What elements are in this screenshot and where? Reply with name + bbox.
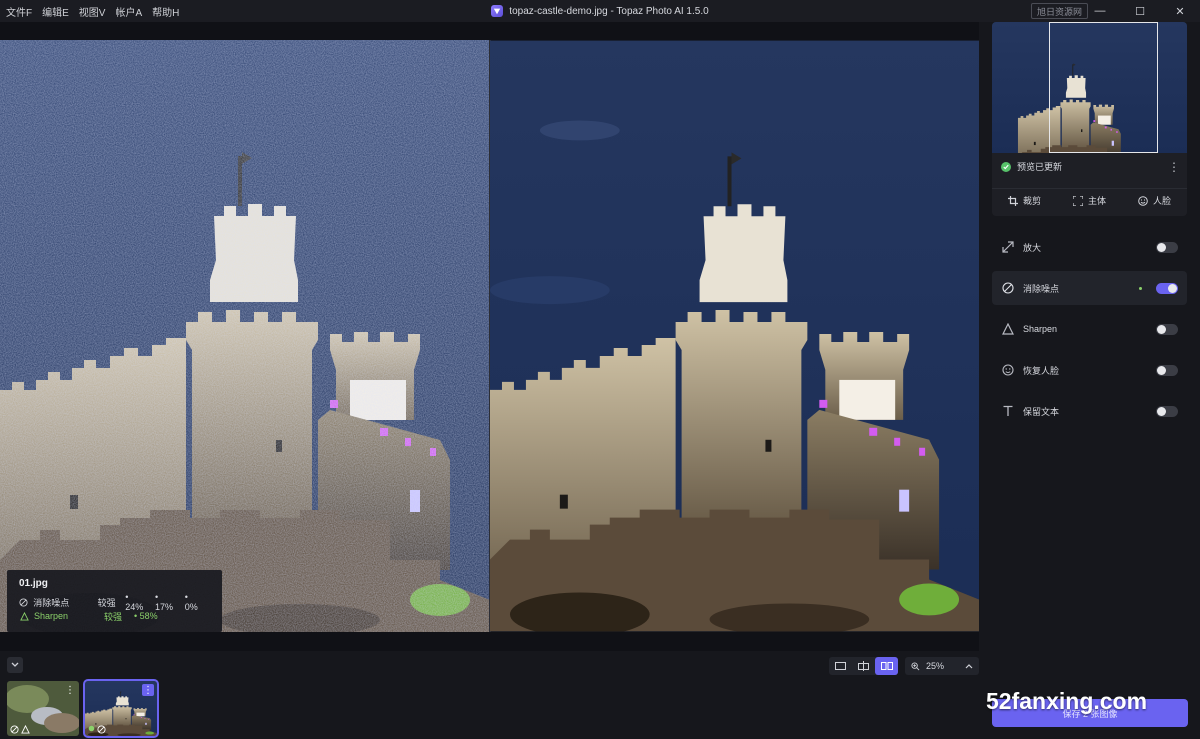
crop-label: 裁剪	[1022, 196, 1041, 206]
info-row-sharpen: Sharpen 较强 • 58%	[19, 609, 210, 623]
face-icon	[1001, 363, 1015, 377]
filmstrip: ⋮ ⋮	[0, 679, 979, 739]
subject-button[interactable]: 主体	[1072, 194, 1106, 207]
single-view-button[interactable]	[829, 657, 852, 675]
minimize-button[interactable]: —	[1080, 0, 1120, 22]
info-sharpen-strength: 较强	[104, 611, 123, 622]
info-sharpen-value: • 58%	[134, 611, 158, 621]
menu-view[interactable]: 视图V	[79, 4, 106, 19]
window-title: topaz-castle-demo.jpg - Topaz Photo AI 1…	[0, 0, 1200, 22]
subject-icon	[1072, 195, 1083, 206]
denoise-icon	[1001, 281, 1015, 295]
subject-label: 主体	[1087, 196, 1106, 206]
preview-status: 预览已更新	[1001, 160, 1062, 173]
info-sharpen-label: Sharpen	[34, 611, 69, 621]
crop-button[interactable]: 裁剪	[1007, 194, 1041, 207]
chevron-down-icon	[11, 662, 19, 667]
maximize-button[interactable]: ☐	[1120, 0, 1160, 22]
site-watermark: 52fanxing.com	[986, 688, 1148, 714]
crop-icon	[1007, 195, 1018, 206]
right-panel: 预览已更新 ⋮ 裁剪 主体 人脸 放大 消除噪点 Sharpen 恢复人脸 保留…	[979, 22, 1200, 739]
denoise-toggle[interactable]	[1156, 282, 1178, 294]
collapse-filmstrip-button[interactable]	[7, 657, 23, 673]
info-denoise-label: 消除噪点	[33, 597, 70, 608]
menu-edit[interactable]: 编辑E	[42, 4, 69, 19]
feature-upscale[interactable]: 放大	[992, 230, 1187, 264]
sharpen-icon	[21, 725, 30, 734]
adjustments-info-box: 01.jpg 消除噪点 较强 • 24% • 17% • 0% Sharpen …	[7, 570, 222, 632]
status-dot-icon	[88, 725, 95, 732]
info-filename: 01.jpg	[19, 578, 48, 589]
check-icon	[1001, 161, 1011, 172]
info-denoise-value: • 0%	[184, 592, 198, 612]
split-view-button[interactable]	[852, 657, 875, 675]
more-options-icon[interactable]: ⋮	[142, 684, 154, 696]
original-image[interactable]	[0, 40, 490, 632]
bottom-toolbar: 25%	[0, 651, 979, 679]
zoom-control[interactable]: 25%	[905, 657, 979, 675]
navigator-preview[interactable]	[992, 22, 1187, 153]
feature-sharpen-label: Sharpen	[1023, 324, 1058, 334]
feature-upscale-label: 放大	[1023, 242, 1042, 253]
menu-file[interactable]: 文件F	[6, 4, 32, 19]
preview-status-text: 预览已更新	[1017, 162, 1063, 172]
zoom-icon	[911, 661, 920, 670]
text-icon	[1001, 404, 1015, 418]
denoise-icon	[19, 597, 28, 607]
preserve-text-toggle[interactable]	[1156, 405, 1178, 417]
feature-preserve-text[interactable]: 保留文本	[992, 394, 1187, 428]
split-view-icon	[858, 661, 869, 671]
zoom-level: 25%	[926, 661, 945, 671]
processed-image[interactable]	[490, 40, 979, 632]
app-logo-icon	[491, 5, 504, 17]
feature-denoise[interactable]: 消除噪点	[992, 271, 1187, 305]
thumbnail-castle[interactable]: ⋮	[83, 679, 159, 738]
close-button[interactable]: ✕	[1160, 0, 1200, 22]
upscale-icon	[1001, 240, 1015, 254]
view-mode-switch	[829, 657, 898, 675]
navigator-card: 预览已更新 ⋮ 裁剪 主体 人脸	[992, 22, 1187, 216]
feature-denoise-label: 消除噪点	[1023, 283, 1060, 294]
face-button[interactable]: 人脸	[1138, 194, 1171, 207]
side-by-side-view-button[interactable]	[875, 657, 898, 675]
denoise-icon	[97, 725, 106, 734]
navigator-tools: 裁剪 主体 人脸	[992, 188, 1187, 212]
single-view-icon	[835, 662, 846, 670]
more-options-icon[interactable]: ⋮	[1168, 160, 1180, 174]
menu-help[interactable]: 帮助H	[152, 4, 179, 19]
face-label: 人脸	[1152, 196, 1171, 206]
side-by-side-view-icon	[880, 662, 893, 670]
feature-face-recovery-label: 恢复人脸	[1023, 365, 1060, 376]
menu-bar: 文件F 编辑E 视图V 帐户A 帮助H	[0, 4, 179, 19]
chevron-up-icon[interactable]	[965, 663, 973, 669]
info-denoise-value: • 17%	[155, 592, 174, 612]
more-options-icon[interactable]: ⋮	[64, 684, 76, 696]
image-viewer[interactable]: 01.jpg 消除噪点 较强 • 24% • 17% • 0% Sharpen …	[0, 22, 979, 651]
upscale-toggle[interactable]	[1156, 241, 1178, 253]
title-bar: 文件F 编辑E 视图V 帐户A 帮助H topaz-castle-demo.jp…	[0, 0, 1200, 22]
thumbnail-badges	[10, 725, 30, 734]
face-recovery-toggle[interactable]	[1156, 364, 1178, 376]
status-dot-icon	[1139, 286, 1142, 290]
sharpen-toggle[interactable]	[1156, 323, 1178, 335]
sharpen-icon	[1001, 322, 1015, 336]
feature-sharpen[interactable]: Sharpen	[992, 312, 1187, 346]
navigator-viewport-frame[interactable]	[1049, 22, 1158, 153]
denoise-icon	[10, 725, 19, 734]
info-denoise-strength: 较强	[97, 597, 116, 608]
info-row-denoise: 消除噪点 较强 • 24% • 17% • 0%	[19, 592, 210, 612]
feature-face-recovery[interactable]: 恢复人脸	[992, 353, 1187, 387]
sharpen-icon	[19, 611, 29, 621]
feature-preserve-text-label: 保留文本	[1023, 406, 1060, 417]
menu-account[interactable]: 帐户A	[115, 4, 142, 19]
thumbnail-bird[interactable]: ⋮	[7, 681, 79, 736]
face-icon	[1138, 195, 1148, 206]
thumbnail-badges	[88, 725, 106, 734]
window-title-text: topaz-castle-demo.jpg - Topaz Photo AI 1…	[509, 5, 709, 17]
